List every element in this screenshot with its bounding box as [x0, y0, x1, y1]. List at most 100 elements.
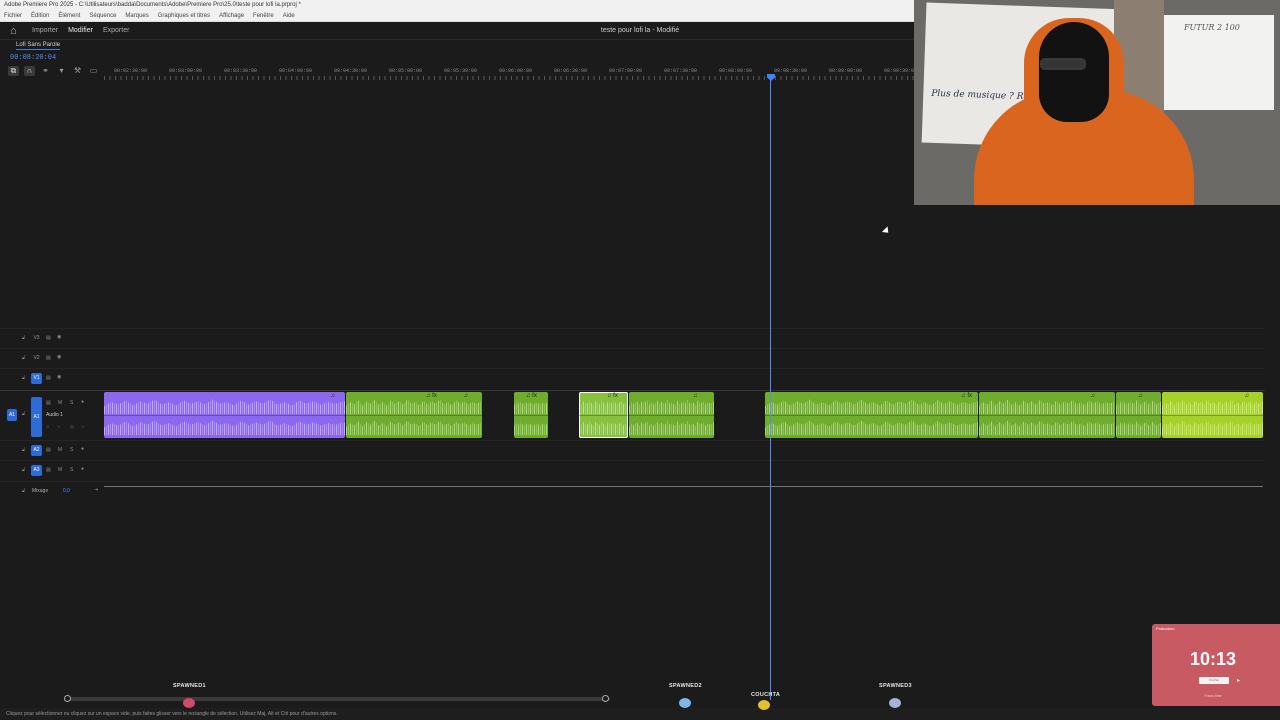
- lock-icon[interactable]: 🔓︎: [22, 467, 25, 473]
- eye-icon[interactable]: ◉: [57, 354, 61, 360]
- keyframe-prev-icon[interactable]: ‹: [58, 424, 60, 430]
- time-ruler[interactable]: 00:02:30:00 00:03:00:00 00:03:30:00 00:0…: [104, 64, 917, 80]
- sync-lock-icon[interactable]: ▤: [46, 375, 51, 381]
- lock-icon[interactable]: 🔓︎: [22, 411, 25, 417]
- pomodoro-widget: Pomodoro 10:13 PAUSE ▸ Focus time: [1152, 624, 1280, 706]
- timer-skip-icon[interactable]: ▸: [1237, 677, 1240, 684]
- menu-sequence[interactable]: Séquence: [89, 11, 116, 21]
- linked-selection-icon[interactable]: ⚭: [40, 66, 51, 76]
- overlay-spawn-label: SPAWNED3: [879, 683, 912, 689]
- lock-icon[interactable]: 🔓︎: [22, 375, 25, 381]
- track-header-a1: A1 🔓︎ A1 ▤ M S ● Audio 1 ○ ‹ ◇ ›: [0, 391, 100, 440]
- nest-icon[interactable]: ⧉: [8, 66, 19, 76]
- sequence-tab[interactable]: Lofi Sans Parole: [16, 42, 61, 50]
- audio-clip[interactable]: ♫: [979, 392, 1115, 438]
- ruler-label: 00:02:30:00: [114, 68, 148, 74]
- timer-pause-button[interactable]: PAUSE: [1199, 677, 1229, 684]
- menu-window[interactable]: Fenêtre: [253, 11, 274, 21]
- overlay-spawn-label: COUCHTA: [751, 692, 781, 698]
- lock-icon[interactable]: 🔓︎: [22, 355, 25, 361]
- lock-icon[interactable]: 🔓︎: [22, 335, 25, 341]
- sync-lock-icon[interactable]: ▤: [46, 335, 51, 341]
- mic-icon[interactable]: ●: [81, 446, 84, 452]
- track-target-v3[interactable]: V3: [31, 333, 42, 344]
- volume-knob-icon[interactable]: ○: [46, 424, 49, 430]
- timer-footer: Focus time: [1204, 694, 1222, 698]
- solo-button[interactable]: S: [70, 400, 73, 406]
- audio-clip-selected[interactable]: ♫ fx: [579, 392, 628, 438]
- audio-clip[interactable]: ♫: [104, 392, 345, 438]
- captions-icon[interactable]: ▭: [88, 66, 99, 76]
- clip-note-icon: ♫ fx: [526, 393, 537, 399]
- track-target-a1[interactable]: A1: [31, 397, 42, 437]
- track-target-a3[interactable]: A3: [31, 465, 42, 476]
- audio-clip[interactable]: ♫ fx: [765, 392, 978, 438]
- waveform: [1116, 420, 1161, 435]
- eye-icon[interactable]: ◉: [57, 334, 61, 340]
- add-marker-icon[interactable]: ▾: [56, 66, 67, 76]
- track-target-a2[interactable]: A2: [31, 445, 42, 456]
- menu-graphics[interactable]: Graphiques et titres: [158, 11, 210, 21]
- mute-button[interactable]: M: [58, 467, 62, 473]
- sync-lock-icon[interactable]: ▤: [46, 447, 51, 453]
- scroll-handle-left[interactable]: [64, 695, 71, 702]
- wrench-icon[interactable]: ⚒: [72, 66, 83, 76]
- eye-icon[interactable]: ◉: [57, 374, 61, 380]
- horizontal-zoom-scrollbar[interactable]: [64, 695, 610, 702]
- lock-icon[interactable]: 🔓︎: [22, 488, 25, 494]
- solo-button[interactable]: S: [70, 447, 73, 453]
- sync-lock-icon[interactable]: ▤: [46, 467, 51, 473]
- mic-icon[interactable]: ●: [81, 466, 84, 472]
- overlay-spawn-label: SPAWNED1: [173, 683, 206, 689]
- menu-view[interactable]: Affichage: [219, 11, 244, 21]
- track-a2: 🔓︎ A2 ▤ M S ●: [0, 440, 1265, 460]
- audio-clip[interactable]: ♫: [629, 392, 714, 438]
- playhead-timecode[interactable]: 00:08:20:04: [10, 54, 56, 62]
- snap-icon[interactable]: ∩: [24, 66, 35, 76]
- tab-import[interactable]: Importer: [32, 22, 58, 40]
- mix-volume-value[interactable]: 0,0: [63, 488, 70, 494]
- menu-help[interactable]: Aide: [283, 11, 295, 21]
- audio-clip[interactable]: ♫ fx: [514, 392, 548, 438]
- menu-edit[interactable]: Édition: [31, 11, 49, 21]
- mute-button[interactable]: M: [58, 447, 62, 453]
- waveform: [346, 399, 482, 414]
- solo-button[interactable]: S: [70, 467, 73, 473]
- creature-sprite-icon: [679, 698, 691, 708]
- playhead-line: [770, 80, 771, 700]
- scroll-handle-right[interactable]: [602, 695, 609, 702]
- track-header-v3: 🔓︎ V3 ▤ ◉: [0, 329, 100, 348]
- go-to-end-icon[interactable]: ⇥: [94, 487, 98, 493]
- sync-lock-icon[interactable]: ▤: [46, 355, 51, 361]
- track-header-a2: 🔓︎ A2 ▤ M S ●: [0, 441, 100, 460]
- tab-edit[interactable]: Modifier: [68, 22, 93, 40]
- audio-clip[interactable]: ♫: [1116, 392, 1161, 438]
- mute-button[interactable]: M: [58, 400, 62, 406]
- track-target-v1[interactable]: V1: [31, 373, 42, 384]
- timeline-tools: ⧉ ∩ ⚭ ▾ ⚒ ▭: [8, 66, 99, 76]
- audio-clip[interactable]: ♫ fx ♫: [346, 392, 482, 438]
- ruler-label: 00:05:30:00: [444, 68, 478, 74]
- mic-icon[interactable]: ●: [81, 399, 84, 405]
- menu-markers[interactable]: Marques: [125, 11, 148, 21]
- waveform: [1162, 420, 1263, 435]
- menu-file[interactable]: Fichier: [4, 11, 22, 21]
- track-target-v2[interactable]: V2: [31, 353, 42, 364]
- mix-volume-line[interactable]: [104, 486, 1263, 487]
- channel-divider: [579, 415, 628, 416]
- tab-export[interactable]: Exporter: [103, 22, 129, 40]
- waveform: [579, 399, 628, 414]
- menu-clip[interactable]: Élément: [58, 11, 80, 21]
- channel-divider: [979, 415, 1115, 416]
- audio-clip[interactable]: ♫: [1162, 392, 1263, 438]
- document-title: teste pour lofi la - Modifié: [600, 27, 680, 34]
- lock-icon[interactable]: 🔓︎: [22, 447, 25, 453]
- waveform: [979, 420, 1115, 435]
- sync-lock-icon[interactable]: ▤: [46, 400, 51, 406]
- keyframe-next-icon[interactable]: ›: [82, 424, 84, 430]
- person-mask: [1039, 22, 1109, 122]
- track-header-a3: 🔓︎ A3 ▤ M S ●: [0, 461, 100, 480]
- keyframe-add-icon[interactable]: ◇: [70, 424, 74, 430]
- home-icon[interactable]: ⌂: [10, 25, 22, 37]
- source-patch-a1[interactable]: A1: [7, 409, 17, 421]
